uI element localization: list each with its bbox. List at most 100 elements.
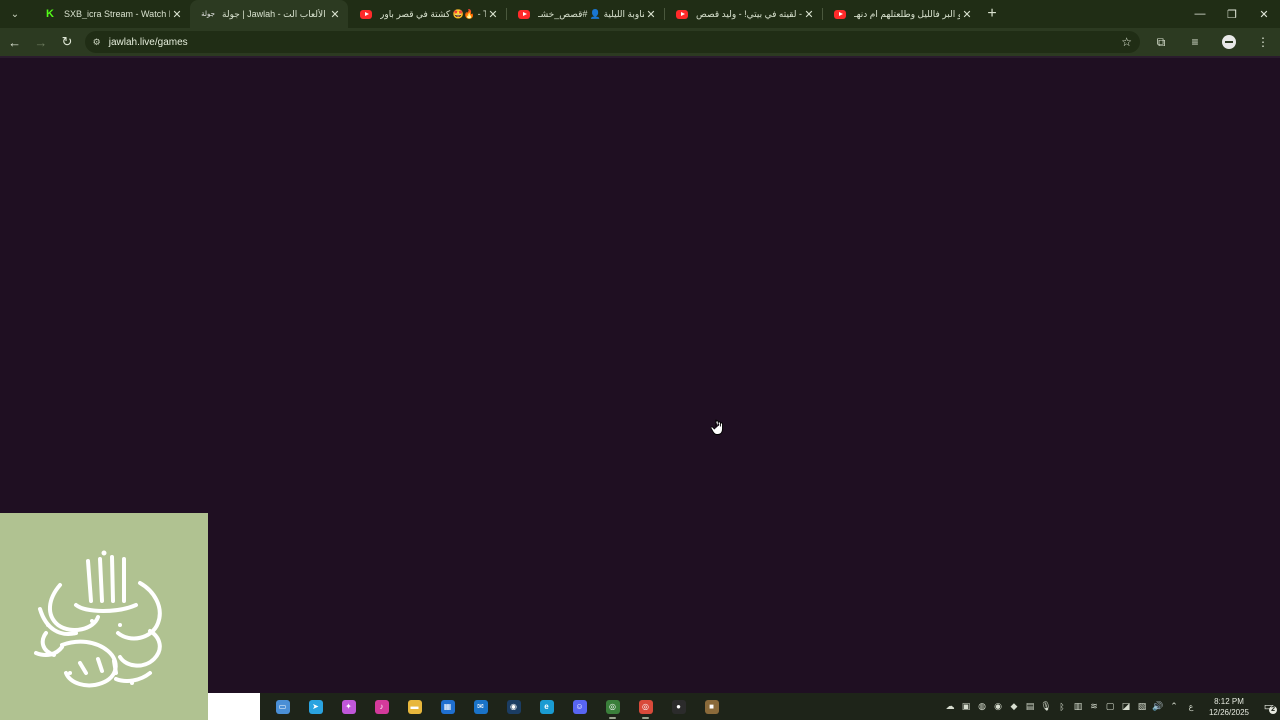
new-tab-button[interactable]: +	[980, 0, 1004, 28]
taskbar-app-app-dark[interactable]: ●	[662, 693, 695, 720]
forward-button[interactable]: →	[29, 30, 52, 54]
profile-avatar[interactable]	[1221, 35, 1236, 49]
tab-title: المناوبة الليلية 👤 #قصص_خشـ...	[538, 8, 644, 19]
tray-app-icon[interactable]: ◆	[1006, 693, 1022, 720]
discord-icon: ☺	[572, 699, 587, 714]
browser-toolbar: ← → ↻ ⚙ jawlah.live/games ☆ ⧉ ≡ ⋮	[0, 28, 1280, 56]
tray-app-icon[interactable]: ▥	[1070, 693, 1086, 720]
chevron-down-icon: ⌄	[10, 8, 20, 20]
microsoft-store-icon: ▦	[440, 699, 455, 714]
tab-title: كشتة في قصر باور 🤩🔥 - Tube	[380, 8, 486, 19]
taskbar-app-telegram[interactable]: ➤	[299, 693, 332, 720]
browser-tab[interactable]: كشتة في قصر باور 🤩🔥 - Tube✕	[348, 0, 506, 28]
tab-title: جولة | Jawlah - منصة الألعاب الت	[222, 8, 328, 19]
window-controls: — ❐ ✕	[1184, 0, 1280, 28]
tray-app-icon[interactable]: ▤	[1022, 693, 1038, 720]
close-window-button[interactable]: ✕	[1248, 0, 1280, 28]
microphone-icon[interactable]: 🎙	[1038, 693, 1054, 720]
extensions-button[interactable]: ⧉	[1144, 30, 1178, 54]
tab-title: لقيته في بيتي! - وليد قصص - be	[696, 8, 802, 19]
media-controls-button[interactable]: ≡	[1178, 30, 1212, 54]
chrome-profile-icon: ◎	[605, 699, 620, 714]
salawat-calligraphy-image	[34, 550, 162, 688]
taskbar-app-steam[interactable]: ◉	[497, 693, 530, 720]
taskbar-app-microsoft-store[interactable]: ▦	[431, 693, 464, 720]
youtube-icon	[360, 8, 372, 20]
url-text[interactable]: jawlah.live/games	[109, 37, 1121, 48]
chevron-up-icon[interactable]: ⌃	[1166, 693, 1182, 720]
taskbar-app-edge[interactable]: e	[530, 693, 563, 720]
browser-tab[interactable]: راحو البر فالليل وطلعتلهم ام دنهـ✕	[822, 0, 980, 28]
kebab-menu-icon: ⋮	[1256, 35, 1269, 49]
taskbar-app-discord[interactable]: ☺	[563, 693, 596, 720]
reload-button[interactable]: ↻	[55, 30, 78, 54]
close-tab-icon[interactable]: ✕	[328, 7, 342, 21]
taskbar-app-chrome-profile[interactable]: ◎	[596, 693, 629, 720]
taskbar-app-folder[interactable]: ▬	[398, 693, 431, 720]
taskbar-app-outlook[interactable]: ✉	[464, 693, 497, 720]
tray-app-icon[interactable]: ▧	[1134, 693, 1150, 720]
minecraft-icon: ■	[704, 699, 719, 714]
steam-tray-icon[interactable]: ◉	[990, 693, 1006, 720]
bookmark-star-icon[interactable]: ☆	[1121, 35, 1132, 49]
notification-badge: 2	[1269, 706, 1277, 714]
arrow-right-icon: →	[34, 34, 48, 50]
browser-tab[interactable]: المناوبة الليلية 👤 #قصص_خشـ...✕	[506, 0, 664, 28]
tray-app-icon[interactable]: ▣	[958, 693, 974, 720]
youtube-icon	[676, 8, 688, 20]
close-tab-icon[interactable]: ✕	[960, 7, 974, 21]
nvidia-icon[interactable]: ◪	[1118, 693, 1134, 720]
tab-search-button[interactable]: ⌄	[4, 3, 26, 25]
taskbar-app-chrome[interactable]: ◎	[629, 693, 662, 720]
outlook-icon: ✉	[473, 699, 488, 714]
taskbar-search-box[interactable]	[208, 693, 260, 720]
restore-button[interactable]: ❐	[1216, 0, 1248, 28]
puzzle-icon: ⧉	[1156, 34, 1166, 49]
close-tab-icon[interactable]: ✕	[486, 7, 500, 21]
menu-button[interactable]: ⋮	[1246, 30, 1280, 54]
taskbar-apps: ▭ ➤ ✦ ♪ ▬ ▦ ✉ ◉ e ☺ ◎ ◎ ● ■	[266, 693, 728, 720]
wifi-icon[interactable]: ≋	[1086, 693, 1102, 720]
hand-cursor-icon	[711, 419, 723, 435]
copilot-icon: ✦	[341, 699, 356, 714]
jawlah-icon: جولة	[201, 11, 215, 18]
bluetooth-icon[interactable]: ᛒ	[1054, 693, 1070, 720]
edge-tray-icon[interactable]: ◍	[974, 693, 990, 720]
close-tab-icon[interactable]: ✕	[802, 7, 816, 21]
music-app-icon: ♪	[374, 699, 389, 714]
taskbar-app-file-explorer-folder[interactable]: ▭	[266, 693, 299, 720]
steam-icon: ◉	[506, 699, 521, 714]
clock[interactable]: 8:12 PM 12/26/2025	[1204, 696, 1254, 718]
notification-center-button[interactable]: ▭ 2	[1258, 693, 1280, 720]
volume-icon[interactable]: 🔊	[1150, 693, 1166, 720]
tray-app-icon[interactable]: ▢	[1102, 693, 1118, 720]
language-indicator[interactable]: ع	[1182, 702, 1200, 711]
tab-strip: ⌄ KSXB_icra Stream - Watch Live on✕جولةج…	[0, 0, 1280, 28]
youtube-icon	[834, 8, 846, 20]
edge-icon: e	[539, 699, 554, 714]
clock-time: 8:12 PM	[1214, 696, 1244, 706]
tab-list: KSXB_icra Stream - Watch Live on✕جولةجول…	[32, 0, 980, 28]
app-dark-icon: ●	[671, 699, 686, 714]
tab-title: SXB_icra Stream - Watch Live on	[64, 9, 170, 19]
folder-icon: ▬	[407, 699, 422, 714]
browser-tab[interactable]: جولة جولة | Jawlah - منصة الألعاب الت✕	[190, 0, 348, 28]
browser-tab[interactable]: لقيته في بيتي! - وليد قصص - be✕	[664, 0, 822, 28]
back-button[interactable]: ←	[3, 30, 26, 54]
kick-icon: K	[46, 8, 54, 20]
close-tab-icon[interactable]: ✕	[644, 7, 658, 21]
media-queue-icon: ≡	[1191, 35, 1199, 49]
taskbar-app-music-app[interactable]: ♪	[365, 693, 398, 720]
taskbar: ▭ ➤ ✦ ♪ ▬ ▦ ✉ ◉ e ☺ ◎ ◎ ● ■ ☁ ▣ ◍ ◉ ◆ ▤ 🎙 ᛒ ▥ ≋ ▢ ◪ ▧…	[208, 693, 1280, 720]
onedrive-icon[interactable]: ☁	[942, 693, 958, 720]
minimize-button[interactable]: —	[1184, 0, 1216, 28]
calligraphy-overlay	[0, 513, 208, 720]
taskbar-app-copilot[interactable]: ✦	[332, 693, 365, 720]
address-bar[interactable]: ⚙ jawlah.live/games ☆	[84, 31, 1140, 53]
browser-tab[interactable]: K SXB_icra Stream - Watch Live on✕	[32, 0, 190, 28]
clock-date: 12/26/2025	[1208, 707, 1250, 717]
close-tab-icon[interactable]: ✕	[170, 7, 184, 21]
plus-icon: +	[987, 5, 997, 22]
taskbar-app-minecraft[interactable]: ■	[695, 693, 728, 720]
site-settings-icon[interactable]: ⚙	[93, 37, 101, 48]
